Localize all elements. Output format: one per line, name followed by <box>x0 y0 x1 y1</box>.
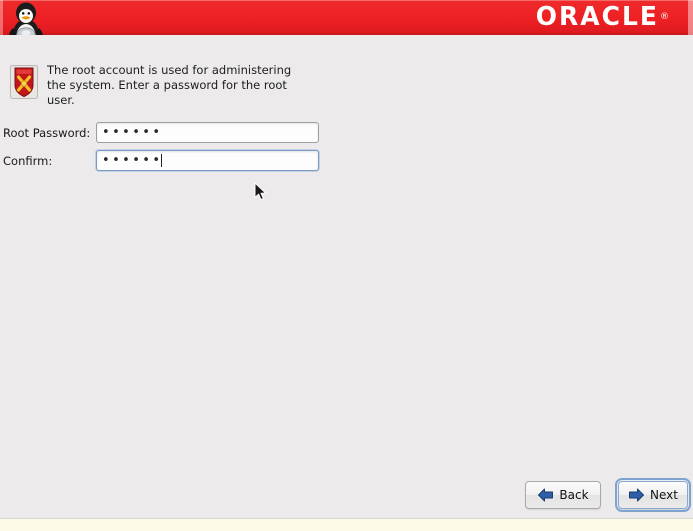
info-paragraph: The root account is used for administeri… <box>47 63 292 108</box>
registered-trademark-icon: ® <box>660 12 669 22</box>
bottom-status-strip <box>0 518 693 531</box>
wizard-navigation: Back Next <box>0 478 693 512</box>
oracle-header-banner: ORACLE ® <box>0 0 693 35</box>
oracle-wordmark: ORACLE <box>535 1 659 32</box>
next-button-label: Next <box>650 488 678 502</box>
back-button[interactable]: Back <box>525 481 601 509</box>
installer-window: ORACLE ® The root account is used for ad… <box>0 0 693 531</box>
root-password-input[interactable]: •••••• <box>96 122 319 143</box>
password-form: Root Password: •••••• Confirm: •••••• <box>3 122 333 178</box>
confirm-password-input[interactable]: •••••• <box>96 150 319 171</box>
root-password-label: Root Password: <box>3 125 91 140</box>
arrow-left-icon <box>538 488 554 502</box>
confirm-password-row: Confirm: •••••• <box>3 150 333 171</box>
arrow-right-icon <box>629 488 645 502</box>
confirm-password-label: Confirm: <box>3 153 53 168</box>
root-password-row: Root Password: •••••• <box>3 122 333 143</box>
back-button-label: Back <box>559 488 589 502</box>
red-shield-key-icon <box>10 65 38 99</box>
root-password-masked-value: •••••• <box>102 125 163 140</box>
banner-left-edge <box>0 0 3 35</box>
text-caret <box>161 154 163 167</box>
oracle-logo: ORACLE ® <box>535 1 669 32</box>
banner-right-edge <box>688 0 693 35</box>
root-password-info: The root account is used for administeri… <box>10 63 350 109</box>
confirm-password-masked-value: •••••• <box>102 153 163 168</box>
next-button[interactable]: Next <box>615 478 691 512</box>
